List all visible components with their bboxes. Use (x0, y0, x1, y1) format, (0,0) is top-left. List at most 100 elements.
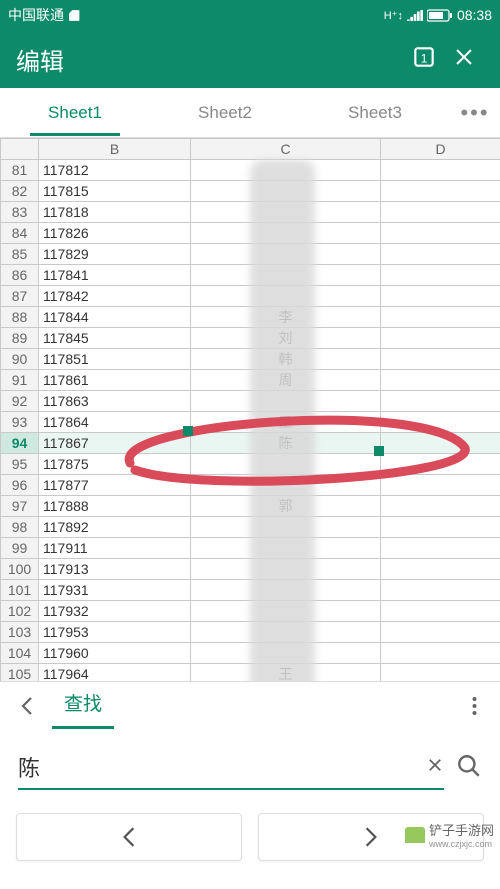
table-row[interactable]: 103117953 (1, 622, 500, 643)
table-row[interactable]: 99117911 (1, 538, 500, 559)
cell-c[interactable] (191, 580, 381, 601)
table-row[interactable]: 83117818 (1, 202, 500, 223)
cell-d[interactable] (381, 601, 500, 622)
cell-b[interactable]: 117864 (39, 412, 191, 433)
table-row[interactable]: 101117931 (1, 580, 500, 601)
cell-c[interactable] (191, 538, 381, 559)
cell-b[interactable]: 117867 (39, 433, 191, 454)
cell-c[interactable]: 陈 (191, 433, 381, 454)
cell-c[interactable]: 郭 (191, 496, 381, 517)
find-back-button[interactable] (8, 695, 46, 723)
cell-c[interactable]: 王 (191, 412, 381, 433)
find-tab-label[interactable]: 查找 (52, 689, 114, 729)
row-header[interactable]: 96 (1, 475, 39, 496)
cell-c[interactable] (191, 475, 381, 496)
cell-d[interactable] (381, 643, 500, 664)
cell-c[interactable]: 刘 (191, 328, 381, 349)
table-row[interactable]: 89117845刘 (1, 328, 500, 349)
row-header[interactable]: 95 (1, 454, 39, 475)
cell-c[interactable] (191, 286, 381, 307)
cell-d[interactable] (381, 370, 500, 391)
cell-c[interactable] (191, 202, 381, 223)
cell-d[interactable] (381, 391, 500, 412)
tab-sheet1[interactable]: Sheet1 (0, 91, 150, 135)
row-header[interactable]: 97 (1, 496, 39, 517)
row-header[interactable]: 89 (1, 328, 39, 349)
cell-d[interactable] (381, 202, 500, 223)
cell-d[interactable] (381, 475, 500, 496)
row-header[interactable]: 85 (1, 244, 39, 265)
col-header-b[interactable]: B (39, 139, 191, 160)
table-row[interactable]: 85117829 (1, 244, 500, 265)
clear-search-button[interactable] (426, 754, 444, 780)
cell-b[interactable]: 117931 (39, 580, 191, 601)
row-header[interactable]: 94 (1, 433, 39, 454)
cell-c[interactable]: 王 (191, 664, 381, 682)
tabs-more-button[interactable]: ••• (450, 100, 500, 126)
row-header[interactable]: 93 (1, 412, 39, 433)
cell-b[interactable]: 117863 (39, 391, 191, 412)
table-row[interactable]: 98117892 (1, 517, 500, 538)
find-next-button[interactable] (258, 813, 484, 861)
col-header-c[interactable]: C (191, 139, 381, 160)
cell-d[interactable] (381, 454, 500, 475)
cell-c[interactable] (191, 454, 381, 475)
cell-d[interactable] (381, 580, 500, 601)
cell-b[interactable]: 117913 (39, 559, 191, 580)
cell-b[interactable]: 117861 (39, 370, 191, 391)
cell-b[interactable]: 117815 (39, 181, 191, 202)
table-row[interactable]: 86117841 (1, 265, 500, 286)
cell-b[interactable]: 117841 (39, 265, 191, 286)
cell-d[interactable] (381, 517, 500, 538)
window-button[interactable]: 1 (404, 44, 444, 75)
row-header[interactable]: 84 (1, 223, 39, 244)
cell-d[interactable] (381, 559, 500, 580)
row-header[interactable]: 98 (1, 517, 39, 538)
cell-c[interactable] (191, 244, 381, 265)
table-row[interactable]: 100117913 (1, 559, 500, 580)
table-row[interactable]: 105117964王 (1, 664, 500, 682)
cell-d[interactable] (381, 433, 500, 454)
row-header[interactable]: 101 (1, 580, 39, 601)
row-header[interactable]: 99 (1, 538, 39, 559)
cell-d[interactable] (381, 286, 500, 307)
table-row[interactable]: 102117932 (1, 601, 500, 622)
table-row[interactable]: 95117875 (1, 454, 500, 475)
close-button[interactable] (444, 45, 484, 74)
row-header[interactable]: 104 (1, 643, 39, 664)
row-header[interactable]: 86 (1, 265, 39, 286)
cell-d[interactable] (381, 664, 500, 682)
cell-b[interactable]: 117842 (39, 286, 191, 307)
table-row[interactable]: 94117867陈 (1, 433, 500, 454)
row-header[interactable]: 103 (1, 622, 39, 643)
table-row[interactable]: 82117815 (1, 181, 500, 202)
cell-b[interactable]: 117826 (39, 223, 191, 244)
tab-sheet2[interactable]: Sheet2 (150, 91, 300, 135)
cell-b[interactable]: 117851 (39, 349, 191, 370)
row-header[interactable]: 90 (1, 349, 39, 370)
table-row[interactable]: 84117826 (1, 223, 500, 244)
cell-c[interactable] (191, 559, 381, 580)
cell-b[interactable]: 117960 (39, 643, 191, 664)
table-row[interactable]: 96117877 (1, 475, 500, 496)
cell-d[interactable] (381, 223, 500, 244)
search-input[interactable]: 陈 (18, 746, 444, 790)
table-row[interactable]: 81117812 (1, 160, 500, 181)
row-header[interactable]: 91 (1, 370, 39, 391)
table-row[interactable]: 87117842 (1, 286, 500, 307)
cell-d[interactable] (381, 538, 500, 559)
table-row[interactable]: 104117960 (1, 643, 500, 664)
cell-c[interactable] (191, 223, 381, 244)
row-header[interactable]: 88 (1, 307, 39, 328)
row-header[interactable]: 81 (1, 160, 39, 181)
table-row[interactable]: 92117863 (1, 391, 500, 412)
cell-c[interactable] (191, 265, 381, 286)
tab-sheet3[interactable]: Sheet3 (300, 91, 450, 135)
cell-d[interactable] (381, 412, 500, 433)
cell-b[interactable]: 117932 (39, 601, 191, 622)
cell-d[interactable] (381, 349, 500, 370)
row-header[interactable]: 83 (1, 202, 39, 223)
cell-b[interactable]: 117892 (39, 517, 191, 538)
cell-c[interactable] (191, 391, 381, 412)
cell-d[interactable] (381, 244, 500, 265)
